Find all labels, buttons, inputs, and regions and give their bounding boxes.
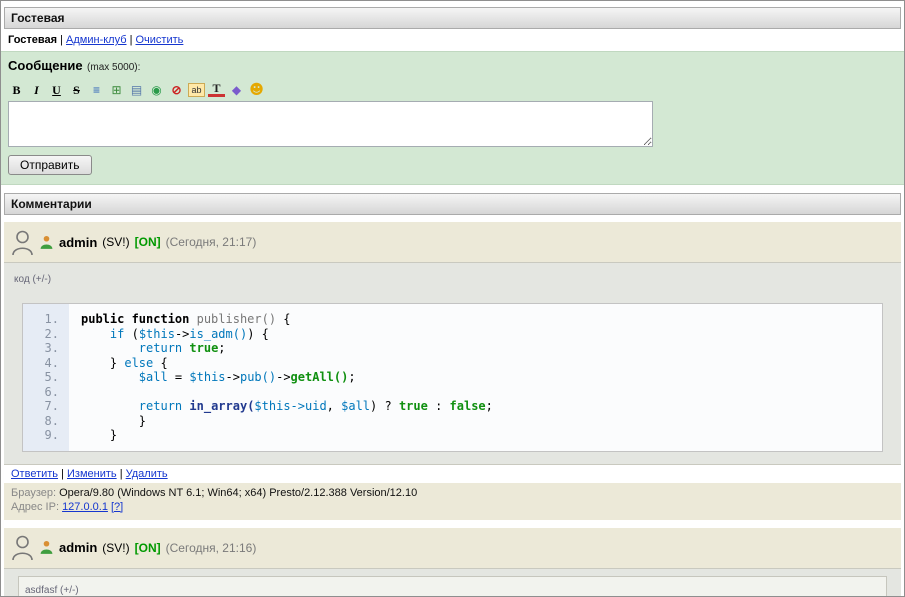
message-textarea[interactable]	[8, 101, 653, 147]
comment-author[interactable]: admin	[59, 540, 97, 555]
author-tag: (SV!)	[102, 235, 129, 249]
code-line: $all = $this->pub()->getAll();	[81, 370, 882, 385]
submit-button[interactable]: Отправить	[8, 155, 92, 175]
line-number: 8.	[23, 414, 59, 429]
code-line: } else {	[81, 356, 882, 371]
code-lines: public function publisher() { if ($this-…	[69, 304, 882, 451]
delete-link[interactable]: Удалить	[126, 468, 168, 480]
code-block: 1.2.3.4.5.6.7.8.9. public function publi…	[22, 303, 883, 452]
comment-body: код (+/-) 1.2.3.4.5.6.7.8.9. public func…	[4, 262, 901, 465]
comment-actions: Ответить | Изменить | Удалить	[4, 465, 901, 483]
nav-separator: |	[57, 34, 66, 46]
bold-icon[interactable]: B	[8, 82, 25, 98]
comment-meta: Браузер: Opera/9.80 (Windows NT 6.1; Win…	[4, 483, 901, 520]
action-separator: |	[117, 468, 126, 480]
composer-panel: Сообщение (max 5000): BIUS≡⊞▤◉⊘abT◆☻ Отп…	[1, 51, 904, 185]
copy-icon[interactable]: ▤	[128, 82, 145, 98]
code-line: return true;	[81, 341, 882, 356]
edit-link[interactable]: Изменить	[67, 468, 117, 480]
code-spoiler-toggle[interactable]: код (+/-)	[14, 274, 51, 285]
nav-links: | Админ-клуб | Очистить	[57, 34, 183, 46]
message-limit-hint: (max 5000):	[87, 62, 140, 73]
code-line: }	[81, 414, 882, 429]
action-separator: |	[58, 468, 67, 480]
list-icon[interactable]: ≡	[88, 82, 105, 98]
smiley-icon[interactable]: ☻	[248, 82, 265, 98]
comment-date: (Сегодня, 21:17)	[166, 235, 257, 249]
online-user-icon	[39, 235, 54, 250]
comment-item-1: admin (SV!) [ON] (Сегодня, 21:17) код (+…	[4, 222, 901, 520]
nav-link-admin-club[interactable]: Админ-клуб	[66, 34, 126, 46]
online-status: [ON]	[135, 235, 161, 249]
italic-icon[interactable]: I	[28, 82, 45, 98]
line-number: 6.	[23, 385, 59, 400]
guestbook-page: Гостевая Гостевая | Админ-клуб | Очистит…	[0, 0, 905, 597]
online-user-icon	[39, 540, 54, 555]
browser-value: Opera/9.80 (Windows NT 6.1; Win64; x64) …	[59, 487, 417, 499]
avatar-icon	[11, 534, 34, 561]
line-number: 2.	[23, 327, 59, 342]
font-color-icon[interactable]: T	[208, 82, 225, 97]
code-line	[81, 385, 882, 400]
fill-color-icon[interactable]: ◆	[228, 82, 245, 98]
comments-header: Комментарии	[4, 193, 901, 215]
underline-icon[interactable]: U	[48, 82, 65, 98]
message-box: asdfasf (+/-)	[18, 576, 887, 597]
comment-item-2: admin (SV!) [ON] (Сегодня, 21:16) asdfas…	[4, 528, 901, 597]
line-number: 9.	[23, 428, 59, 443]
ip-link[interactable]: 127.0.0.1	[62, 501, 108, 513]
line-number: 3.	[23, 341, 59, 356]
composer-label-row: Сообщение (max 5000):	[8, 57, 897, 75]
browser-label: Браузер:	[11, 487, 56, 499]
code-gutter: 1.2.3.4.5.6.7.8.9.	[23, 304, 69, 451]
code-line: }	[81, 428, 882, 443]
translit-icon[interactable]: ab	[188, 83, 205, 97]
code-line: return in_array($this->uid, $all) ? true…	[81, 399, 882, 414]
ip-help-link[interactable]: [?]	[111, 501, 123, 513]
online-status: [ON]	[135, 541, 161, 555]
link-icon[interactable]: ◉	[148, 82, 165, 98]
code-line: public function publisher() {	[81, 312, 882, 327]
no-entry-icon[interactable]: ⊘	[168, 82, 185, 98]
line-number: 4.	[23, 356, 59, 371]
comment-head: admin (SV!) [ON] (Сегодня, 21:16)	[4, 528, 901, 568]
comment-date: (Сегодня, 21:16)	[166, 541, 257, 555]
comment-separator	[1, 520, 904, 528]
nav-separator: |	[127, 34, 136, 46]
strike-icon[interactable]: S	[68, 82, 85, 98]
nav-current-guestbook: Гостевая	[8, 34, 57, 46]
comment-head: admin (SV!) [ON] (Сегодня, 21:17)	[4, 222, 901, 262]
add-table-icon[interactable]: ⊞	[108, 82, 125, 98]
comment-author[interactable]: admin	[59, 235, 97, 250]
message-label: Сообщение	[8, 58, 83, 73]
browser-row: Браузер: Opera/9.80 (Windows NT 6.1; Win…	[11, 486, 894, 500]
avatar-icon	[11, 229, 34, 256]
submit-row: Отправить	[8, 147, 897, 175]
comment-body: asdfasf (+/-)	[4, 568, 901, 597]
format-toolbar: BIUS≡⊞▤◉⊘abT◆☻	[8, 81, 897, 98]
nav-link-clear[interactable]: Очистить	[136, 34, 184, 46]
author-tag: (SV!)	[102, 541, 129, 555]
line-number: 5.	[23, 370, 59, 385]
page-title: Гостевая	[4, 7, 901, 29]
reply-link[interactable]: Ответить	[11, 468, 58, 480]
line-number: 7.	[23, 399, 59, 414]
code-line: if ($this->is_adm()) {	[81, 327, 882, 342]
ip-row: Адрес IP: 127.0.0.1 [?]	[11, 500, 894, 514]
breadcrumb: Гостевая | Админ-клуб | Очистить	[8, 34, 897, 46]
ip-label: Адрес IP:	[11, 501, 59, 513]
line-number: 1.	[23, 312, 59, 327]
message-spoiler-toggle[interactable]: asdfasf (+/-)	[25, 585, 79, 596]
